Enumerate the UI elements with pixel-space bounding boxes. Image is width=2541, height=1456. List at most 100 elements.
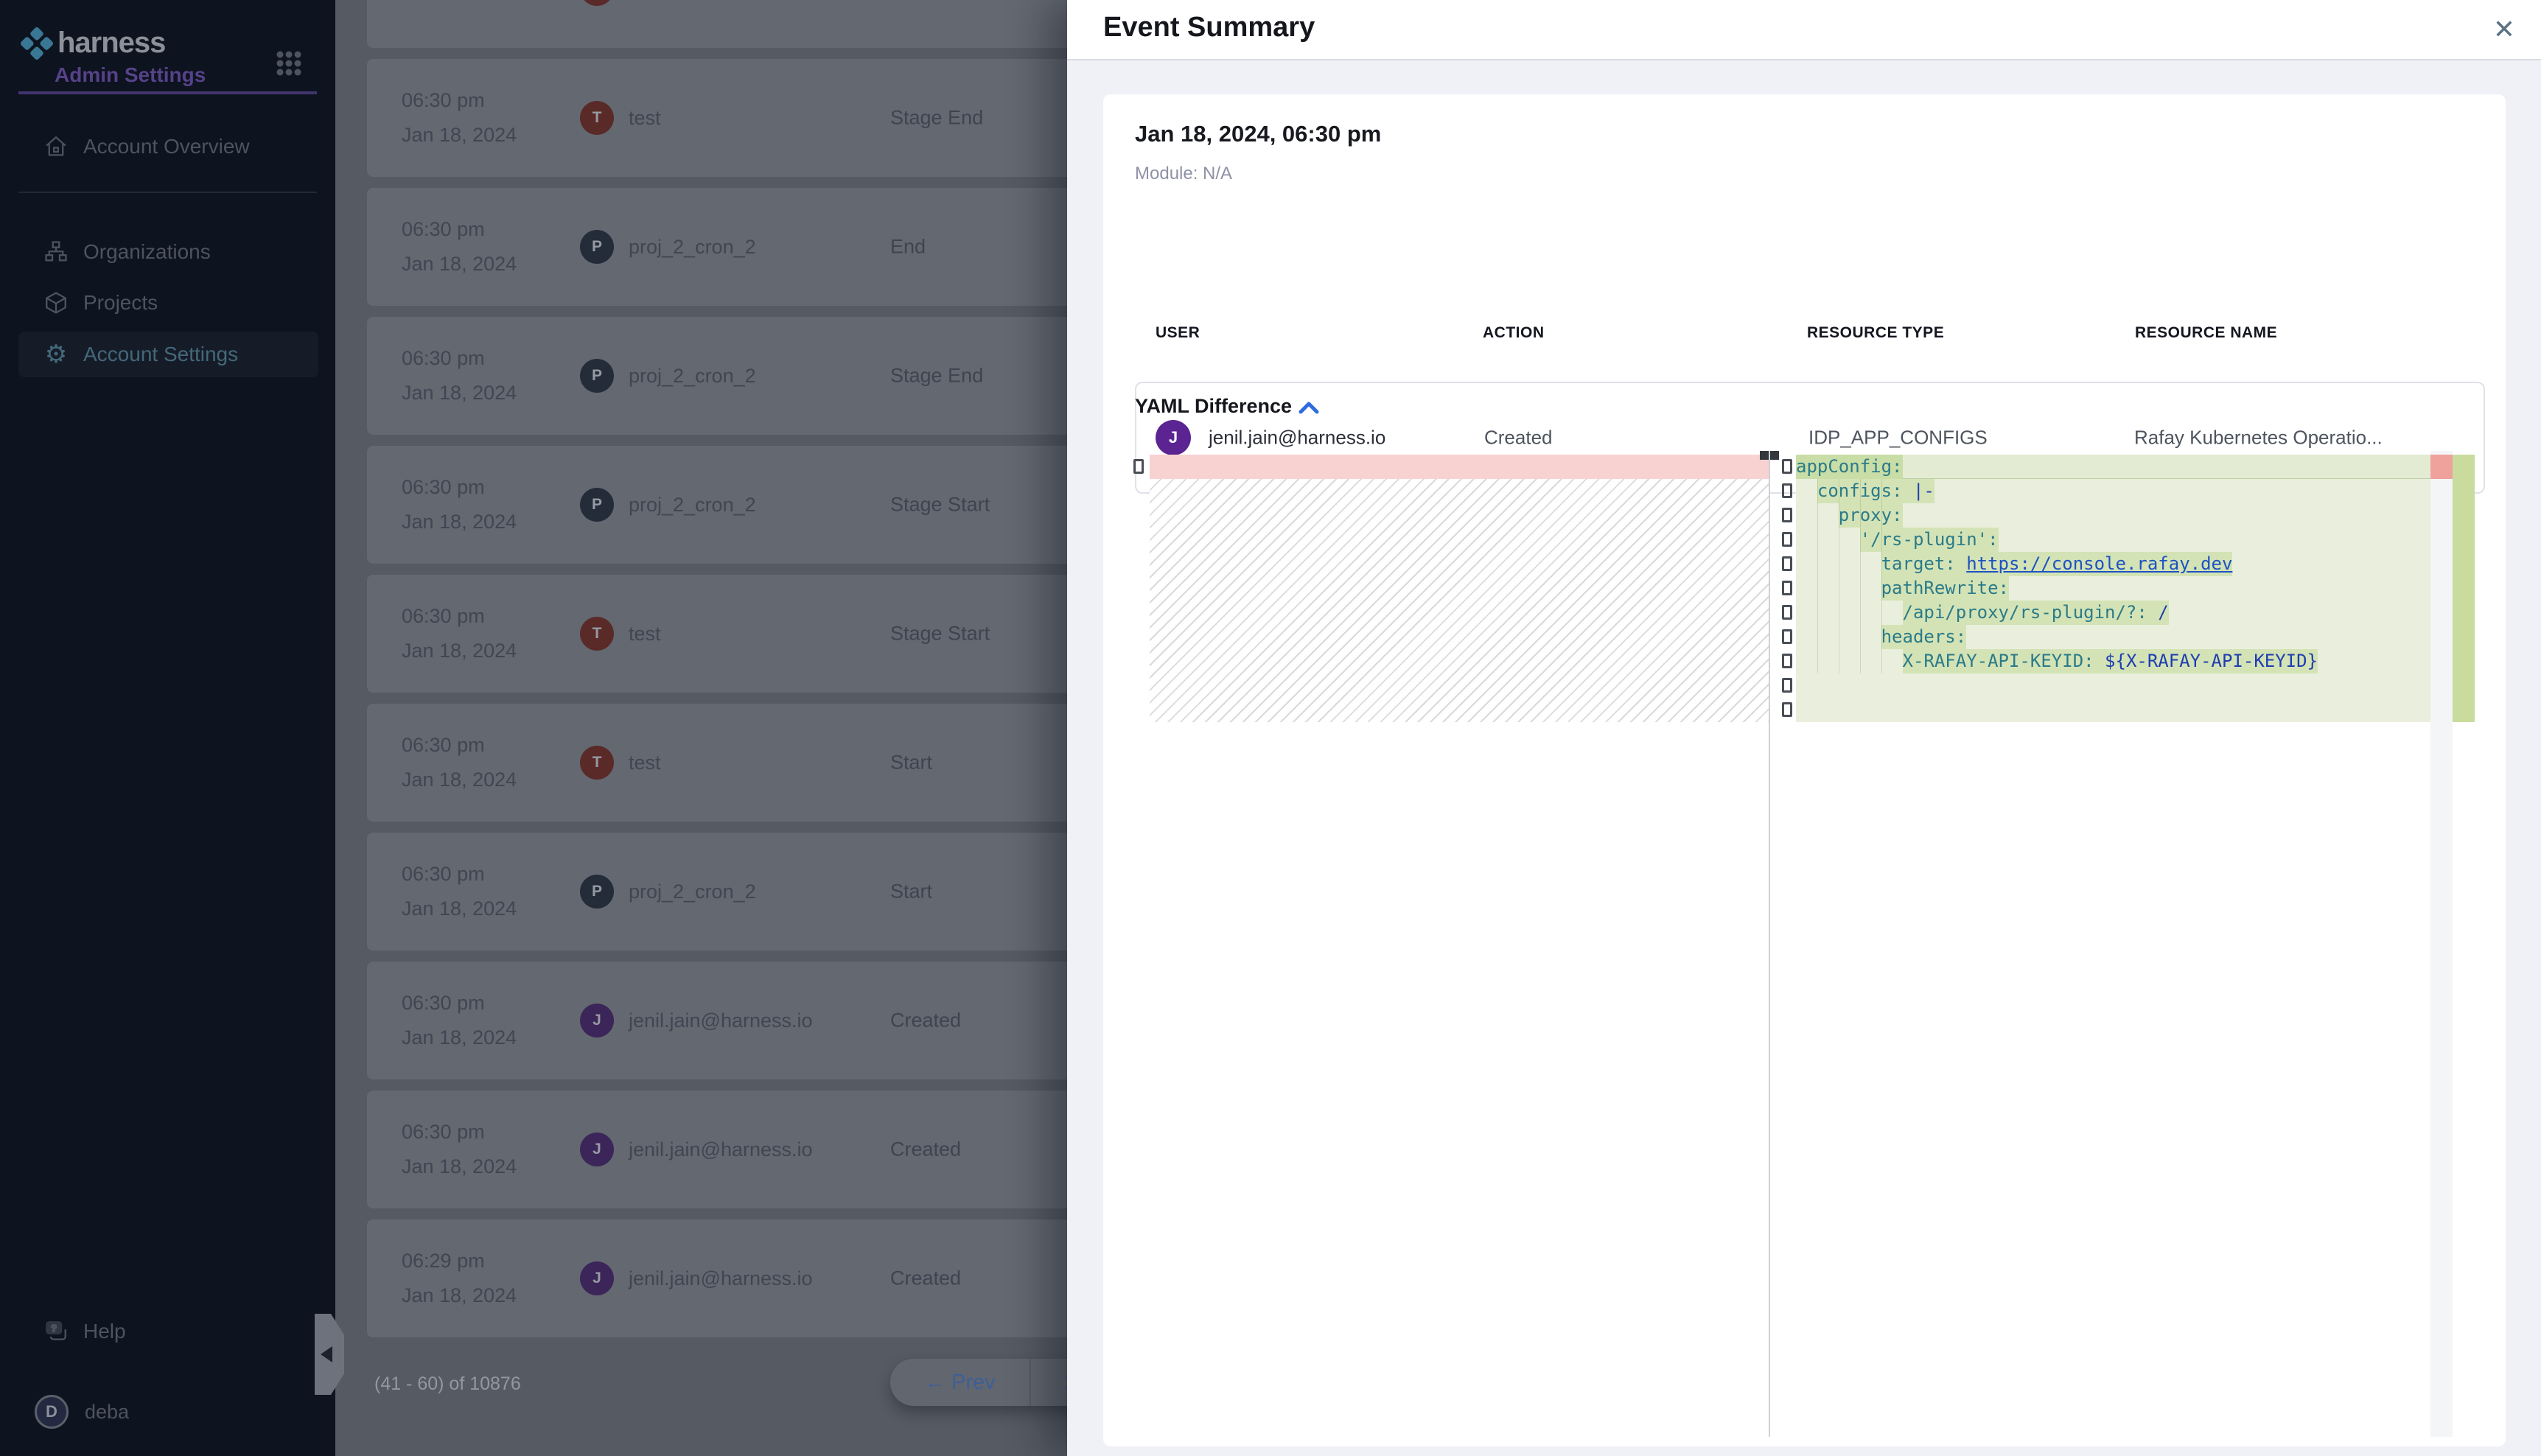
audit-user-name: proj_2_cron_2	[629, 365, 756, 388]
sidebar-item-label: Account Settings	[83, 343, 238, 366]
hierarchy-icon	[43, 239, 69, 265]
audit-user: Ttest	[580, 617, 661, 651]
audit-action: Stage End	[890, 365, 983, 388]
diff-line-handle[interactable]	[1782, 629, 1792, 644]
audit-row[interactable]: 06:30 pmJan 18, 2024Pproj_2_cron_2End	[367, 188, 1180, 306]
diff-line-handle[interactable]	[1782, 678, 1792, 693]
audit-row[interactable]: 06:30 pmJan 18, 2024TtestStart	[367, 704, 1180, 822]
close-icon[interactable]: ✕	[2485, 10, 2523, 49]
event-action: Created	[1484, 427, 1553, 449]
audit-row[interactable]: Jan 18, 2024TtestEnd	[367, 0, 1180, 48]
audit-user: Ttest	[580, 101, 661, 135]
diff-line-handle[interactable]	[1782, 702, 1792, 717]
sidebar-item-label: Help	[83, 1320, 126, 1343]
user-avatar: D	[35, 1395, 69, 1429]
avatar: T	[580, 746, 614, 780]
audit-action: Stage Start	[890, 623, 990, 645]
sidebar-item-help[interactable]: ? Help	[18, 1309, 318, 1354]
sidebar-item-account-overview[interactable]: Account Overview	[18, 124, 318, 169]
audit-user-name: proj_2_cron_2	[629, 881, 756, 903]
audit-time: 06:30 pmJan 18, 2024	[402, 212, 517, 281]
audit-time: 06:30 pmJan 18, 2024	[402, 1115, 517, 1184]
yaml-link[interactable]: https://console.rafay.dev	[1966, 553, 2232, 574]
diff-line-handle[interactable]	[1782, 556, 1792, 571]
help-chat-icon: ?	[43, 1318, 69, 1345]
audit-row[interactable]: 06:30 pmJan 18, 2024 Ttest Stage Start	[367, 575, 1180, 693]
yaml-difference-label: YAML Difference	[1135, 395, 1292, 418]
audit-user: Pproj_2_cron_2	[580, 230, 756, 264]
diff-line-handle[interactable]	[1782, 581, 1792, 595]
audit-user: Pproj_2_cron_2	[580, 488, 756, 522]
audit-time: 06:30 pmJan 18, 2024	[402, 728, 517, 797]
avatar: T	[580, 617, 614, 651]
audit-time: 06:29 pmJan 18, 2024	[402, 1244, 517, 1313]
user-name: deba	[85, 1401, 129, 1424]
audit-row[interactable]: 06:30 pmJan 18, 2024TtestStage End	[367, 59, 1180, 177]
audit-row[interactable]: 06:30 pmJan 18, 2024 Jjenil.jain@harness.…	[367, 1091, 1180, 1208]
audit-user-name: jenil.jain@harness.io	[629, 1267, 813, 1290]
diff-line: proxy:	[1796, 503, 2430, 528]
audit-row[interactable]: 06:30 pmJan 18, 2024 Jjenil.jain@harness.…	[367, 962, 1180, 1079]
diff-line: /api/proxy/rs-plugin/?: /	[1796, 601, 2430, 625]
indent-guide	[1817, 479, 1818, 673]
diff-old-pane	[1150, 455, 1769, 722]
audit-action: Start	[890, 881, 932, 903]
audit-user-name: jenil.jain@harness.io	[629, 1009, 813, 1032]
diff-line	[1796, 673, 2430, 698]
event-resource-type: IDP_APP_CONFIGS	[1808, 427, 1988, 449]
audit-user-name: test	[629, 107, 661, 130]
diff-pane-divider	[1769, 451, 1770, 1437]
audit-action: End	[890, 0, 926, 1]
module-label: Admin Settings	[55, 63, 206, 87]
audit-row[interactable]: 06:29 pmJan 18, 2024Jjenil.jain@harness.…	[367, 1219, 1180, 1337]
diff-line: pathRewrite:	[1796, 576, 2430, 601]
avatar: P	[580, 488, 614, 522]
chevron-up-icon[interactable]	[1296, 398, 1321, 419]
diff-removed-line	[1150, 455, 1769, 479]
event-datetime: Jan 18, 2024, 06:30 pm	[1135, 121, 1381, 147]
yaml-diff-viewer: appConfig: configs: |- proxy: '/rs-plugi…	[1133, 451, 2475, 1437]
audit-time: 06:30 pmJan 18, 2024	[402, 986, 517, 1055]
audit-user-name: jenil.jain@harness.io	[629, 1138, 813, 1161]
home-icon	[43, 133, 69, 160]
audit-row[interactable]: 06:30 pmJan 18, 2024Pproj_2_cron_2Start	[367, 833, 1180, 951]
column-header-resource-name: RESOURCE NAME	[2135, 324, 2277, 342]
event-user: jenil.jain@harness.io	[1209, 427, 1385, 449]
app-root: harness Admin Settings Account Overview	[0, 0, 2541, 1456]
pagination-count: (41 - 60) of 10876	[374, 1373, 521, 1395]
sidebar-item-projects[interactable]: Projects	[18, 280, 318, 326]
sidebar-item-label: Organizations	[83, 240, 211, 264]
event-module: Module: N/A	[1135, 164, 1232, 184]
diff-line-handle[interactable]	[1782, 459, 1792, 474]
audit-time: 06:30 pmJan 18, 2024	[402, 599, 517, 668]
diff-overview-ruler	[2453, 455, 2475, 722]
diff-line-handle[interactable]	[1133, 459, 1144, 474]
audit-user-name: proj_2_cron_2	[629, 494, 756, 517]
audit-time: 06:30 pmJan 18, 2024	[402, 857, 517, 926]
gear-icon: ⚙	[43, 341, 69, 368]
audit-user: Jjenil.jain@harness.io	[580, 1004, 813, 1037]
diff-line-handle[interactable]	[1782, 605, 1792, 620]
diff-line-handle[interactable]	[1782, 483, 1792, 498]
sidebar-user[interactable]: D deba	[18, 1391, 318, 1432]
audit-rows: Jan 18, 2024TtestEnd 06:30 pmJan 18, 2024…	[367, 0, 1180, 1348]
diff-line-handle[interactable]	[1782, 654, 1792, 668]
sidebar-item-organizations[interactable]: Organizations	[18, 229, 318, 275]
diff-line-handle[interactable]	[1782, 508, 1792, 522]
sidebar-item-account-settings[interactable]: ⚙ Account Settings	[18, 332, 318, 377]
apps-grid-icon[interactable]	[274, 49, 304, 78]
harness-logo[interactable]: harness	[21, 27, 165, 60]
column-header-user: USER	[1156, 324, 1200, 342]
audit-row[interactable]: 06:30 pmJan 18, 2024Pproj_2_cron_2Stage …	[367, 317, 1180, 435]
column-header-action: ACTION	[1483, 324, 1545, 342]
diff-line-handle[interactable]	[1782, 532, 1792, 547]
audit-user-name: test	[629, 623, 661, 645]
event-summary-card: Jan 18, 2024, 06:30 pm Module: N/A USER …	[1103, 94, 2506, 1446]
diff-scrollbar-gutter[interactable]	[2430, 451, 2453, 1437]
prev-page-button[interactable]: ← Prev	[890, 1371, 1030, 1395]
audit-user: Jjenil.jain@harness.io	[580, 1133, 813, 1166]
audit-row[interactable]: 06:30 pmJan 18, 2024Pproj_2_cron_2Stage …	[367, 446, 1180, 564]
audit-user-name: proj_2_cron_2	[629, 236, 756, 259]
svg-text:?: ?	[51, 1323, 57, 1334]
diff-line: X-RAFAY-API-KEYID: ${X-RAFAY-API-KEYID}	[1796, 649, 2430, 673]
